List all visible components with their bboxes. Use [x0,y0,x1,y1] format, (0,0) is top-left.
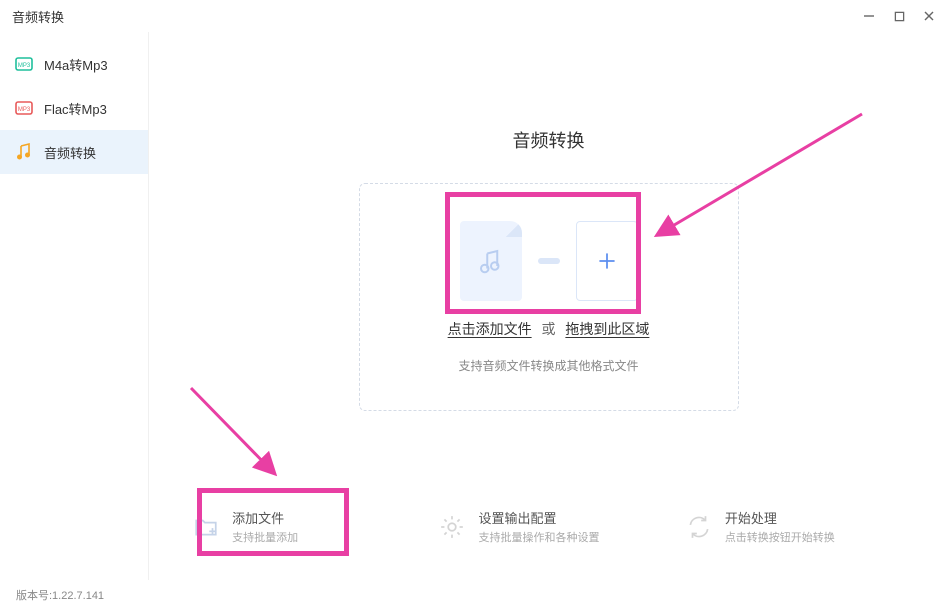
sidebar-item-audio-convert[interactable]: 音频转换 [0,130,148,174]
sidebar-item-label: M4a转Mp3 [44,55,108,74]
config-title: 设置输出配置 [478,508,599,527]
flac-icon: MP3 [14,98,34,118]
folder-plus-icon [192,513,220,541]
bottom-actions: 添加文件 支持批量添加 设置输出配置 支持批量操作和各种设置 开始处理 [149,508,948,545]
config-sub: 支持批量操作和各种设置 [478,529,599,545]
window-controls [862,9,936,23]
close-button[interactable] [922,9,936,23]
minimize-button[interactable] [862,9,876,23]
sidebar-item-label: 音频转换 [44,143,96,162]
or-text: 或 [542,321,556,337]
version-label: 版本号:1.22.7.141 [16,587,104,603]
add-file-sub: 支持批量添加 [232,529,298,545]
sidebar: MP3 M4a转Mp3 MP3 Flac转Mp3 音频转换 [0,32,148,580]
main-panel: 音频转换 点击添加文件 或 拖拽到此区域 支持音频文件转换成其他格式文件 [148,32,948,580]
separator-icon [538,258,560,264]
svg-text:MP3: MP3 [18,63,31,69]
sidebar-item-flac-mp3[interactable]: MP3 Flac转Mp3 [0,86,148,130]
window-title: 音频转换 [12,7,64,26]
start-button[interactable]: 开始处理 点击转换按钮开始转换 [685,508,905,545]
click-add-text: 点击添加文件 [448,321,532,337]
start-title: 开始处理 [725,508,835,527]
sidebar-item-m4a-mp3[interactable]: MP3 M4a转Mp3 [0,42,148,86]
refresh-icon [685,513,713,541]
dropzone-text: 点击添加文件 或 拖拽到此区域 [448,319,650,339]
dropzone-illustration [460,221,638,301]
drag-text: 拖拽到此区域 [565,321,649,337]
audio-file-icon [460,221,522,301]
page-title: 音频转换 [513,127,585,153]
svg-text:MP3: MP3 [18,107,31,113]
music-note-icon [14,142,34,162]
annotation-arrow-2 [181,380,285,480]
dropzone-subtext: 支持音频文件转换成其他格式文件 [458,357,638,374]
start-sub: 点击转换按钮开始转换 [725,529,835,545]
add-file-button[interactable]: 添加文件 支持批量添加 [192,508,412,545]
m4a-icon: MP3 [14,54,34,74]
sidebar-item-label: Flac转Mp3 [44,99,107,118]
plus-icon [576,221,638,301]
add-file-title: 添加文件 [232,508,298,527]
dropzone[interactable]: 点击添加文件 或 拖拽到此区域 支持音频文件转换成其他格式文件 [359,183,739,411]
maximize-button[interactable] [892,9,906,23]
gear-icon [438,513,466,541]
titlebar: 音频转换 [0,0,948,32]
config-button[interactable]: 设置输出配置 支持批量操作和各种设置 [438,508,658,545]
